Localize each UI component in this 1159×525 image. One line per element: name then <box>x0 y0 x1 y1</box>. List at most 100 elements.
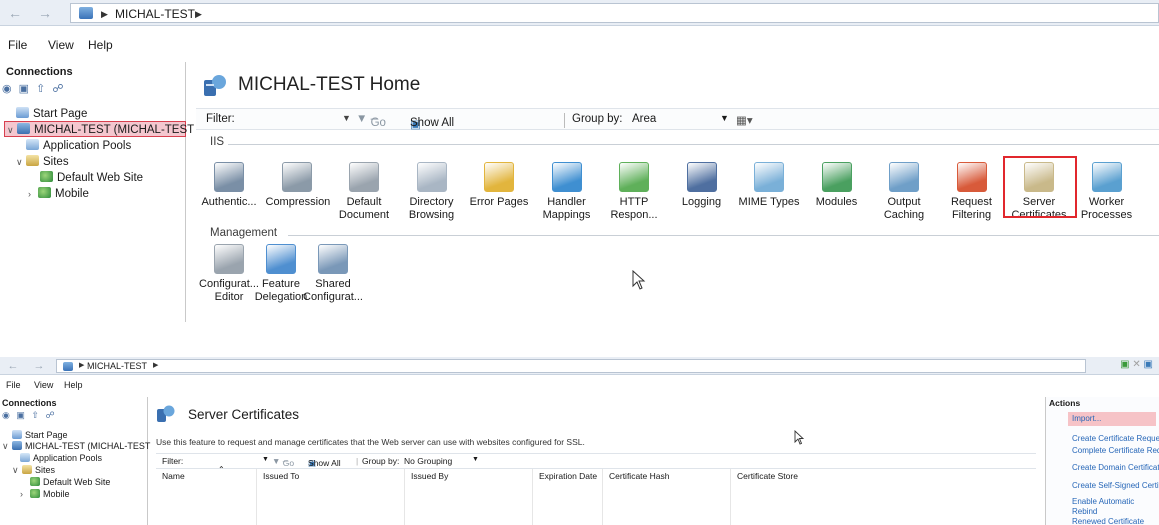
save-icon[interactable]: ▣ <box>16 410 25 420</box>
start-page-icon <box>12 430 22 439</box>
breadcrumb-server[interactable]: MICHAL-TEST <box>115 6 195 22</box>
column-header-name[interactable]: Name ⌃ <box>156 465 256 525</box>
action-import[interactable]: Import... <box>1072 414 1101 424</box>
action-create-certificate-request[interactable]: Create Certificate Request <box>1072 434 1159 444</box>
go-button[interactable]: ▼ Go – <box>356 113 386 129</box>
breadcrumb-separator-icon[interactable]: ▶ <box>153 360 158 372</box>
tree-item-sites[interactable]: ∨ Sites <box>16 154 69 170</box>
view-mode-icon[interactable]: ▦▾ <box>736 113 753 127</box>
app-pools-icon <box>26 139 39 150</box>
connections-title: Connections <box>2 398 57 408</box>
close-tab-icon[interactable]: ✕ <box>1132 359 1140 370</box>
up-icon[interactable]: ⇧ <box>36 83 45 95</box>
breadcrumb-separator-icon[interactable]: ▶ <box>101 6 108 22</box>
disconnect-icon[interactable]: ☍ <box>52 83 63 95</box>
action-enable-automatic-rebind[interactable]: Enable Automatic Rebind Renewed Certific… <box>1072 497 1159 525</box>
action-create-domain-certificate[interactable]: Create Domain Certificate <box>1072 463 1159 473</box>
go-button[interactable]: ▼ Go – <box>272 456 294 468</box>
group-by-dropdown-icon[interactable]: ▼ <box>720 113 729 123</box>
connect-icon[interactable]: ◉ <box>2 83 12 95</box>
breadcrumb[interactable]: ▶ MICHAL-TEST ▶ <box>56 359 1086 373</box>
action-complete-certificate-request[interactable]: Complete Certificate Req <box>1072 446 1159 456</box>
connect-icon[interactable]: ◉ <box>2 410 10 420</box>
tree-item-start-page[interactable]: Start Page <box>16 106 87 122</box>
feature-handler-mappings[interactable]: Handler Mappings <box>536 162 598 222</box>
up-icon[interactable]: ⇧ <box>31 410 39 420</box>
group-by-select[interactable]: Area <box>632 113 656 125</box>
network-icon[interactable]: ▣ <box>1120 359 1129 370</box>
disconnect-icon[interactable]: ☍ <box>45 410 54 420</box>
feature-mime-types[interactable]: MIME Types <box>738 162 800 209</box>
tree-item-application-pools[interactable]: Application Pools <box>20 452 102 464</box>
menu-help[interactable]: Help <box>88 38 113 52</box>
back-icon[interactable]: ← <box>6 5 24 21</box>
forward-icon[interactable]: → <box>30 358 48 374</box>
feature-label: Authentic... <box>201 196 257 208</box>
menu-view[interactable]: View <box>34 380 53 390</box>
mouse-cursor-icon <box>632 270 646 290</box>
server-icon <box>17 123 30 134</box>
feature-error-pages[interactable]: Error Pages <box>468 162 530 209</box>
action-create-self-signed-certificate[interactable]: Create Self-Signed Certifi <box>1072 481 1159 491</box>
chevron-right-icon[interactable]: › <box>28 186 38 202</box>
feature-request-filtering[interactable]: Request Filtering <box>941 162 1003 222</box>
column-header-issued-to[interactable]: Issued To <box>256 469 404 525</box>
feature-label: Directory Browsing <box>408 196 455 221</box>
feature-authentication[interactable]: Authentic... <box>198 162 260 209</box>
chevron-down-icon[interactable]: ∨ <box>16 154 26 170</box>
feature-label: MIME Types <box>738 196 800 208</box>
column-header-certificate-store[interactable]: Certificate Store <box>730 469 1036 525</box>
tree-item-server[interactable]: ∨ MICHAL-TEST (MICHAL-TEST <box>2 440 150 452</box>
feature-http-response[interactable]: HTTP Respon... <box>603 162 665 222</box>
tree-item-server[interactable]: ∨ MICHAL-TEST (MICHAL-TEST <box>4 121 194 138</box>
feature-directory-browsing[interactable]: Directory Browsing <box>401 162 463 222</box>
chevron-down-icon[interactable]: ∨ <box>7 122 17 138</box>
request-filtering-icon <box>956 162 987 192</box>
chevron-down-icon[interactable]: ∨ <box>12 464 22 476</box>
error-pages-icon <box>484 162 514 192</box>
save-icon[interactable]: ▣ <box>19 83 29 95</box>
column-header-issued-by[interactable]: Issued By <box>404 469 532 525</box>
compression-icon <box>281 162 312 192</box>
menu-help[interactable]: Help <box>64 380 83 390</box>
back-icon[interactable]: ← <box>4 358 22 374</box>
breadcrumb-server[interactable]: MICHAL-TEST <box>87 360 147 372</box>
feature-default-document[interactable]: Default Document <box>333 162 395 222</box>
menu-file[interactable]: File <box>6 380 21 390</box>
tree-item-default-web-site[interactable]: Default Web Site <box>30 476 110 488</box>
filter-dropdown-icon[interactable]: ▼ <box>262 456 269 463</box>
filter-input[interactable] <box>234 113 314 128</box>
breadcrumb-separator-icon[interactable]: ▶ <box>79 360 84 372</box>
menu-view[interactable]: View <box>48 38 74 52</box>
column-header-certificate-hash[interactable]: Certificate Hash <box>602 469 730 525</box>
menu-file[interactable]: File <box>8 38 27 52</box>
sites-folder-icon <box>22 465 32 474</box>
breadcrumb[interactable]: ▶ MICHAL-TEST ▶ <box>70 3 1159 23</box>
tree-item-application-pools[interactable]: Application Pools <box>26 138 131 154</box>
feature-worker-processes[interactable]: Worker Processes <box>1076 162 1138 222</box>
tree-item-default-web-site[interactable]: Default Web Site <box>40 170 143 186</box>
tree-item-sites[interactable]: ∨ Sites <box>12 464 55 476</box>
connections-toolbar: ◉ ▣ ⇧ ☍ <box>2 410 59 424</box>
column-header-expiration-date[interactable]: Expiration Date <box>532 469 602 525</box>
feature-logging[interactable]: Logging <box>671 162 733 209</box>
help-icon[interactable]: ▣ <box>1144 359 1153 370</box>
feature-modules[interactable]: Modules <box>806 162 868 209</box>
chevron-right-icon[interactable]: › <box>20 488 30 500</box>
tree-item-mobile[interactable]: › Mobile <box>20 488 70 500</box>
mime-types-icon <box>754 162 784 192</box>
tree-item-mobile[interactable]: › Mobile <box>28 186 89 202</box>
breadcrumb-separator-icon[interactable]: ▶ <box>195 6 202 22</box>
group-by-dropdown-icon[interactable]: ▼ <box>472 456 479 463</box>
filter-label: Filter: <box>162 456 184 466</box>
feature-output-caching[interactable]: Output Caching <box>873 162 935 222</box>
feature-shared-configuration[interactable]: Shared Configurat... <box>302 244 364 304</box>
group-by-select[interactable]: No Grouping <box>404 456 452 466</box>
section-divider <box>288 235 1159 236</box>
feature-compression[interactable]: Compression <box>266 162 330 209</box>
feature-label: Error Pages <box>469 196 529 208</box>
filter-dropdown-icon[interactable]: ▼ <box>342 113 351 123</box>
chevron-down-icon[interactable]: ∨ <box>2 440 12 452</box>
forward-icon[interactable]: → <box>36 5 54 21</box>
section-divider <box>228 144 1159 145</box>
